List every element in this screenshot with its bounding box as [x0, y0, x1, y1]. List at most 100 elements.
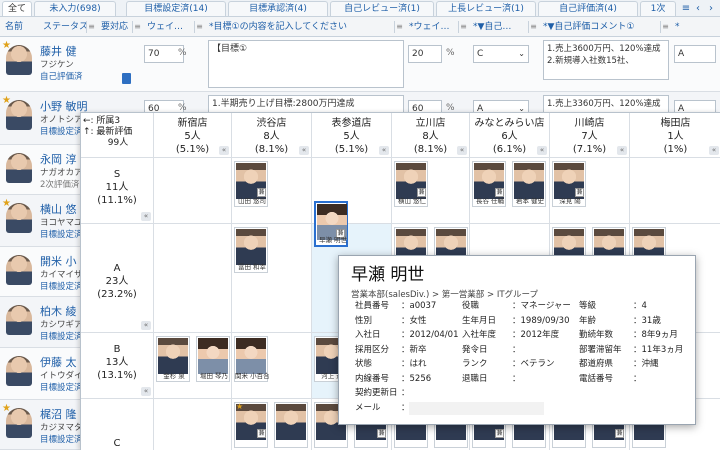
col-action[interactable]: 要対応 ≡	[98, 17, 144, 37]
col-goal1[interactable]: *目標①の内容を記入してください ≡	[206, 17, 406, 37]
board-cell[interactable]	[153, 157, 231, 223]
employee-card[interactable]: ★ 兼	[234, 402, 268, 448]
col-weight2[interactable]: *ウェイ… ≡	[406, 17, 470, 37]
board-column-header[interactable]: 渋谷店 8人 (8.1%) «	[231, 113, 311, 157]
tab-5[interactable]: 上長レビュー済(1)	[436, 1, 536, 16]
col-weight2-sort-icon[interactable]: ≡	[458, 21, 468, 33]
table-row[interactable]: ★ 藤井 健フジケン 自己評価済 70% 【目標① 20% C ⌄ 1.売上3600万円、120…	[0, 37, 720, 92]
collapse-icon[interactable]: «	[617, 146, 627, 155]
card-name	[553, 438, 587, 447]
col-weight1-sort-icon[interactable]: ≡	[194, 21, 204, 33]
tab-2[interactable]: 目標設定済(14)	[126, 1, 226, 16]
card-name	[593, 438, 627, 447]
tab-4[interactable]: 自己レビュー済(1)	[330, 1, 434, 16]
avatar[interactable]	[6, 153, 32, 183]
weight2-input[interactable]: 20	[408, 45, 442, 63]
status-label[interactable]: 2次評価済	[40, 178, 79, 190]
board-row-header[interactable]: A 23人 (23.2%) «	[81, 223, 153, 332]
status-label[interactable]: 目標設定済	[40, 125, 83, 137]
avatar[interactable]	[6, 356, 32, 386]
employee-card[interactable]: 岩本 健史	[512, 161, 546, 207]
board-cell[interactable]	[153, 398, 231, 450]
col-self-comment-sort-icon[interactable]: ≡	[660, 21, 670, 33]
self-eval-select[interactable]: C ⌄	[473, 45, 529, 63]
board-cell[interactable]	[629, 157, 720, 223]
board-column-header[interactable]: 表参道店 5人 (5.1%) «	[311, 113, 391, 157]
board-column-header[interactable]: 梅田店 1人 (1%) «	[629, 113, 720, 157]
collapse-icon[interactable]: «	[457, 146, 467, 155]
status-label[interactable]: 目標設定済	[40, 228, 83, 240]
board-column-header[interactable]: 川崎店 7人 (7.1%) «	[549, 113, 629, 157]
employee-name[interactable]: 柏木 綾	[40, 303, 77, 319]
col-status-sort-icon[interactable]: ≡	[86, 21, 96, 33]
col-status[interactable]: ステータス ≡	[40, 17, 98, 37]
collapse-icon[interactable]: «	[379, 146, 389, 155]
filter-tabs: 全て 未入力(698) 目標設定済(14) 目標承認済(4) 自己レビュー済(1) 上長レ…	[0, 0, 720, 17]
status-label[interactable]: 自己評価済	[40, 70, 83, 82]
self-comment-textarea[interactable]: 1.売上3600万円、120%達成 2.新規導入社数15社、	[543, 40, 669, 80]
employee-card[interactable]: 冨田 和幸	[234, 227, 268, 273]
goal1-textarea[interactable]: 【目標①	[208, 40, 404, 88]
field-key: 都道府県	[579, 359, 614, 369]
col-extra[interactable]: *	[672, 17, 720, 37]
col-self-comment[interactable]: *▼自己評価コメント① ≡	[540, 17, 672, 37]
avatar[interactable]	[6, 255, 32, 285]
col-self-eval[interactable]: *▼自己… ≡	[470, 17, 540, 37]
tab-7[interactable]: 1次	[640, 1, 676, 16]
employee-card[interactable]: 金杉 泉	[156, 336, 190, 382]
field-key: 勤続年数	[579, 330, 614, 340]
employee-name[interactable]: 伊藤 太	[40, 354, 77, 370]
col-weight1[interactable]: ウェイ… ≡	[144, 17, 206, 37]
collapse-icon[interactable]: «	[537, 146, 547, 155]
tab-3[interactable]: 目標承認済(4)	[228, 1, 328, 16]
popup-field: 生年月日 ：1989/09/30	[462, 316, 570, 327]
board-row-header[interactable]: S 11人 (11.1%) «	[81, 157, 153, 223]
employee-card[interactable]: 兼深見 陽	[552, 161, 586, 207]
tab-0[interactable]: 全て	[2, 1, 32, 16]
collapse-icon[interactable]: «	[299, 146, 309, 155]
employee-card[interactable]: 堀田 琴乃	[196, 336, 230, 382]
tab-6[interactable]: 自己評価済(4)	[538, 1, 638, 16]
collapse-icon[interactable]: «	[219, 146, 229, 155]
status-label[interactable]: 目標設定済	[40, 280, 83, 292]
collapse-icon[interactable]: «	[141, 321, 151, 330]
board-cell[interactable]	[153, 223, 231, 332]
employee-card[interactable]	[274, 402, 308, 448]
employee-card[interactable]: 関米 小百合	[234, 336, 269, 382]
document-icon[interactable]	[122, 73, 131, 84]
employee-card[interactable]: 兼横山 悠仁	[394, 161, 428, 207]
tabs-next-icon[interactable]: ›	[705, 2, 717, 15]
col-self-eval-sort-icon[interactable]: ≡	[528, 21, 538, 33]
tab-1[interactable]: 未入力(698)	[34, 1, 116, 16]
col-action-sort-icon[interactable]: ≡	[132, 21, 142, 33]
employee-name[interactable]: 永岡 淳	[40, 151, 77, 167]
status-label[interactable]: 目標設定済	[40, 381, 83, 393]
collapse-icon[interactable]: «	[141, 212, 151, 221]
tabs-prev-icon[interactable]: ‹	[692, 2, 704, 15]
avatar[interactable]	[6, 305, 32, 335]
employee-name[interactable]: 横山 悠	[40, 201, 77, 217]
collapse-icon[interactable]: «	[709, 146, 719, 155]
board-row-header[interactable]: B 13人 (13.1%) «	[81, 332, 153, 398]
employee-card[interactable]: 兼山田 悠司	[234, 161, 268, 207]
employee-card[interactable]: 兼長谷 仕輔	[472, 161, 506, 207]
col-goal1-sort-icon[interactable]: ≡	[394, 21, 404, 33]
board-row-header[interactable]: C	[81, 398, 153, 450]
board-column-header[interactable]: 立川店 8人 (8.1%) «	[391, 113, 469, 157]
extra-select[interactable]: A	[674, 45, 716, 63]
card-name: 長谷 仕輔	[475, 197, 505, 205]
field-key: 役職	[462, 301, 480, 311]
col-name[interactable]: 名前	[2, 17, 38, 37]
employee-name[interactable]: 梶沼 隆	[40, 406, 77, 422]
employee-card[interactable]: 兼早瀬 明世	[314, 201, 348, 247]
popup-field: 採用区分 ：新卒	[355, 345, 427, 356]
status-label[interactable]: 目標設定済	[40, 433, 83, 445]
tabs-menu-icon[interactable]: ≡	[680, 2, 692, 15]
status-label[interactable]: 目標設定済	[40, 330, 83, 342]
field-value: ：4	[633, 301, 647, 311]
employee-name[interactable]: 開米 小	[40, 253, 77, 269]
employee-name[interactable]: 藤井 健	[40, 43, 77, 59]
board-column-header[interactable]: 新宿店 5人 (5.1%) «	[153, 113, 231, 157]
collapse-icon[interactable]: «	[141, 387, 151, 396]
board-column-header[interactable]: みなとみらい店 6人 (6.1%) «	[469, 113, 549, 157]
